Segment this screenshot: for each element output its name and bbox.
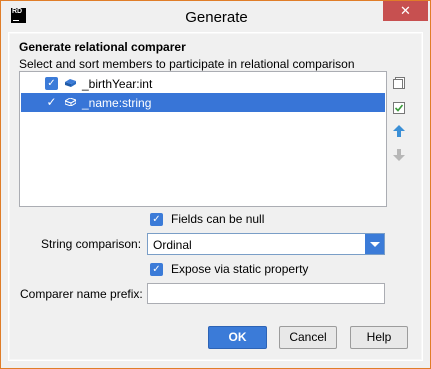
move-down-icon[interactable] (392, 148, 406, 162)
list-item[interactable]: ✓ _birthYear:int (21, 74, 385, 93)
expose-checkbox[interactable]: ✓ (150, 263, 163, 277)
dialog-title: Generate (185, 9, 248, 26)
member-label: _birthYear:int (82, 77, 153, 91)
check-list-icon[interactable] (392, 101, 406, 115)
ok-button[interactable]: OK (208, 326, 267, 349)
expose-option[interactable]: ✓ Expose via static property (150, 261, 308, 277)
select-all-icon[interactable] (392, 76, 406, 90)
member-label: _name:string (82, 96, 152, 110)
member-checkbox[interactable]: ✓ (45, 96, 58, 109)
help-button[interactable]: Help (350, 326, 408, 349)
fields-null-checkbox[interactable]: ✓ (150, 213, 163, 227)
fields-null-option[interactable]: ✓ Fields can be null (150, 211, 264, 227)
member-checkbox[interactable]: ✓ (45, 77, 58, 90)
string-comparison-label: String comparison: (41, 237, 142, 251)
prefix-input[interactable] (147, 283, 385, 304)
title-bar: RD Generate ✕ (1, 1, 430, 32)
chevron-down-icon[interactable] (365, 234, 384, 254)
string-comparison-select[interactable]: Ordinal (147, 233, 385, 255)
string-comparison-value: Ordinal (153, 238, 192, 252)
members-list[interactable]: ✓ _birthYear:int ✓ _name:string (19, 71, 387, 207)
section-heading: Generate relational comparer (19, 40, 186, 54)
list-item[interactable]: ✓ _name:string (21, 93, 385, 112)
close-button[interactable]: ✕ (383, 1, 428, 21)
field-icon (65, 98, 76, 106)
move-up-icon[interactable] (392, 124, 406, 138)
cancel-button[interactable]: Cancel (279, 326, 337, 349)
fields-null-label: Fields can be null (171, 212, 265, 226)
prefix-label: Comparer name prefix: (20, 287, 143, 301)
field-icon (65, 79, 76, 87)
expose-label: Expose via static property (171, 262, 309, 276)
section-subheading: Select and sort members to participate i… (19, 57, 355, 71)
